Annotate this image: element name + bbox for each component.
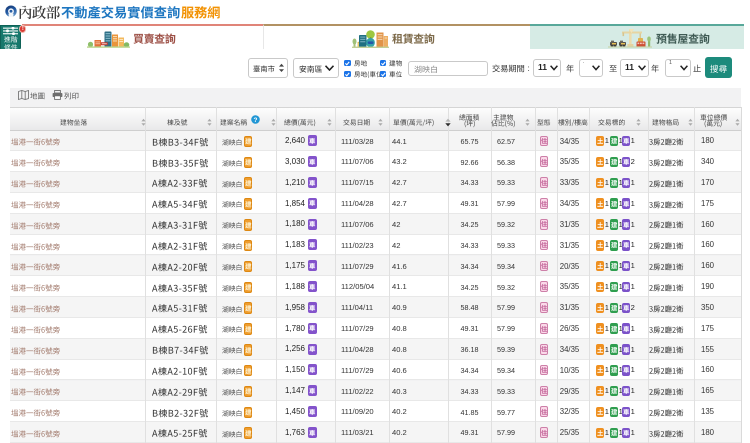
svg-text:?: ? (253, 117, 257, 124)
